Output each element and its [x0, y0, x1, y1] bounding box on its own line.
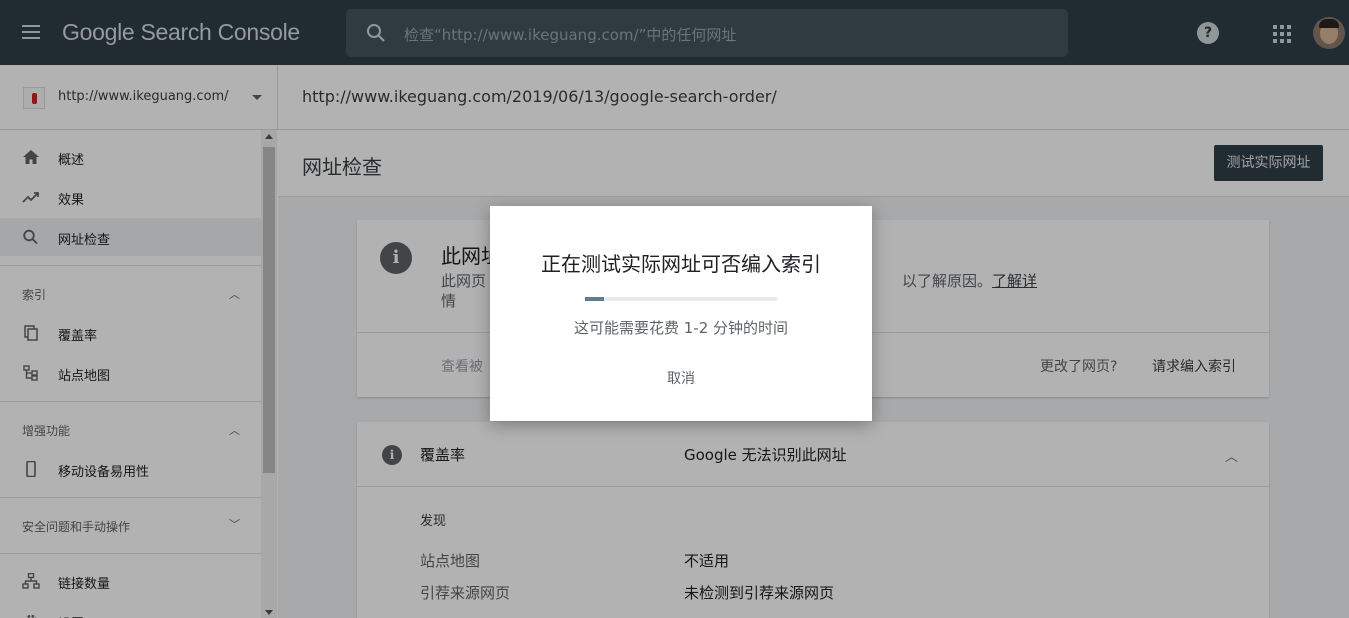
progress-fill: [585, 297, 605, 301]
progress-bar: [585, 297, 777, 301]
dialog-message: 这可能需要花费 1-2 分钟的时间: [573, 319, 789, 337]
live-test-dialog: 正在测试实际网址可否编入索引 这可能需要花费 1-2 分钟的时间 取消: [490, 206, 872, 421]
cancel-button[interactable]: 取消: [656, 368, 706, 388]
dialog-title: 正在测试实际网址可否编入索引: [541, 252, 821, 276]
